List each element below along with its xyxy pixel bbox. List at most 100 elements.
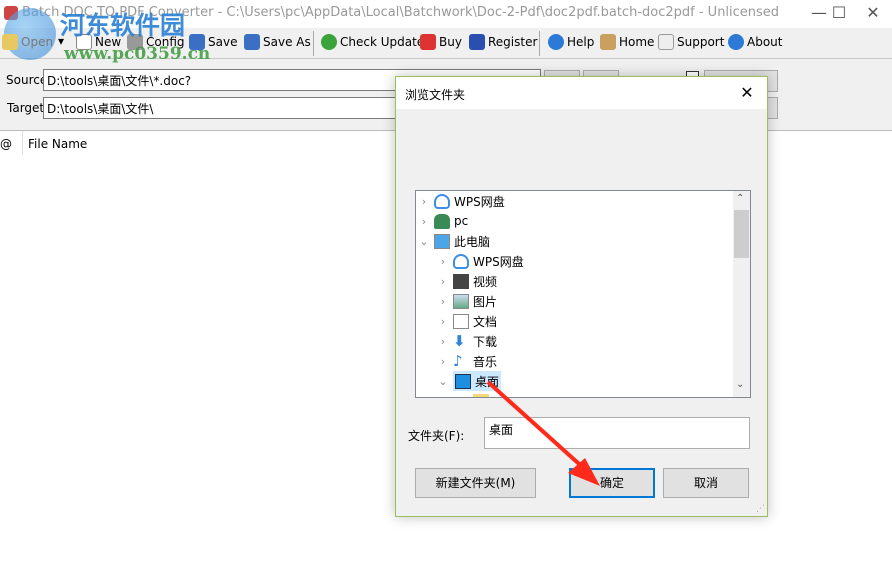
- tree-item-documents[interactable]: › 文档: [437, 311, 497, 331]
- tree-item-wps-cloud[interactable]: › WPS网盘: [418, 191, 505, 211]
- tree-item-selection: 桌面: [453, 371, 502, 391]
- help-icon: [548, 34, 564, 50]
- window-title: Batch DOC TO PDF Converter - C:\Users\pc…: [22, 5, 780, 20]
- buy-label: Buy: [439, 35, 462, 49]
- save-label: Save: [208, 35, 238, 49]
- tree-item-label: 文档: [473, 314, 498, 329]
- chevron-down-icon: ⌄: [419, 234, 429, 248]
- register-button[interactable]: Register: [469, 34, 537, 50]
- support-button[interactable]: Support: [658, 34, 724, 50]
- toolbar: ▾ New Config Save Save As Check Update B…: [0, 28, 892, 59]
- save-as-button[interactable]: Save As: [244, 34, 311, 50]
- video-icon: [453, 273, 469, 289]
- tree-item-label: 视频: [473, 274, 498, 289]
- download-icon: ⬇: [453, 331, 466, 350]
- tree-item-label: 此电脑: [454, 234, 491, 249]
- config-button[interactable]: Config: [127, 34, 185, 50]
- tree-item-label: WPS网盘: [473, 254, 524, 269]
- buy-button[interactable]: Buy: [420, 34, 462, 50]
- tree-scrollbar[interactable]: ⌃ ⌄: [733, 191, 750, 397]
- close-button[interactable]: ✕: [850, 0, 892, 28]
- user-icon: [469, 34, 485, 50]
- refresh-icon: [321, 34, 337, 50]
- open-label: Open: [21, 35, 54, 49]
- chevron-right-icon: ›: [421, 194, 427, 208]
- cloud-icon: [453, 253, 469, 269]
- scrollbar-thumb[interactable]: [734, 210, 749, 258]
- tree-item-label: 音乐: [473, 354, 498, 369]
- check-update-button[interactable]: Check Update: [321, 34, 424, 50]
- open-dropdown[interactable]: ▾: [58, 34, 64, 48]
- tree-item-label: 下载: [473, 334, 498, 349]
- chevron-down-icon: ⌄: [438, 374, 448, 388]
- folder-label: 文件夹(F):: [408, 429, 465, 443]
- target-label: Target: [7, 101, 45, 115]
- tree-item-subfolder[interactable]: [473, 391, 489, 397]
- mail-icon: [658, 34, 674, 50]
- music-icon: ♪: [453, 351, 463, 370]
- new-folder-button[interactable]: 新建文件夹(M): [415, 468, 536, 498]
- user-icon: [434, 213, 450, 229]
- chevron-right-icon: ›: [421, 214, 427, 228]
- folder-input[interactable]: 桌面: [484, 417, 750, 449]
- folder-tree[interactable]: › WPS网盘 › pc ⌄ 此电脑 › WPS网盘 › 视频 › 图片 › 文档 › ⬇ 下载 …: [415, 190, 751, 398]
- dialog-title: 浏览文件夹: [405, 88, 466, 102]
- new-file-icon: [76, 34, 92, 50]
- info-icon: [728, 34, 744, 50]
- tree-item-label: 桌面: [475, 374, 500, 389]
- scroll-up-icon[interactable]: ⌃: [736, 193, 744, 204]
- tree-item-pictures[interactable]: › 图片: [437, 291, 497, 311]
- tree-item-downloads[interactable]: › ⬇ 下载: [437, 331, 497, 351]
- support-label: Support: [677, 35, 725, 49]
- check-update-label: Check Update: [340, 35, 425, 49]
- home-button[interactable]: Home: [600, 34, 654, 50]
- tree-item-this-pc[interactable]: ⌄ 此电脑: [418, 231, 490, 251]
- column-file-name[interactable]: File Name: [28, 137, 87, 151]
- title-bar: Batch DOC TO PDF Converter - C:\Users\pc…: [0, 0, 892, 28]
- save-button[interactable]: Save: [189, 34, 237, 50]
- save-as-label: Save As: [263, 35, 311, 49]
- cloud-icon: [434, 193, 450, 209]
- tree-item-music[interactable]: › ♪ 音乐: [437, 351, 497, 371]
- resize-grip-icon[interactable]: ⋰: [756, 504, 765, 514]
- dropdown-arrow-icon: ▾: [58, 34, 65, 48]
- toolbar-separator: [313, 31, 314, 56]
- config-label: Config: [146, 35, 185, 49]
- register-label: Register: [488, 35, 538, 49]
- tree-item-videos[interactable]: › 视频: [437, 271, 497, 291]
- tree-item-pc-user[interactable]: › pc: [418, 211, 468, 231]
- chevron-right-icon: ›: [440, 294, 446, 308]
- column-at[interactable]: @: [0, 137, 12, 151]
- help-label: Help: [567, 35, 595, 49]
- new-button[interactable]: New: [76, 34, 121, 50]
- help-button[interactable]: Help: [548, 34, 594, 50]
- tree-item-label: 图片: [473, 294, 498, 309]
- browse-folder-dialog: 浏览文件夹 ✕ › WPS网盘 › pc ⌄ 此电脑 › WPS网盘 › 视频 › 图片 ›…: [395, 76, 768, 517]
- scroll-down-icon[interactable]: ⌄: [736, 379, 744, 390]
- tree-item-wps-cloud-pc[interactable]: › WPS网盘: [437, 251, 524, 271]
- ok-button[interactable]: 确定: [569, 468, 655, 498]
- picture-icon: [453, 293, 469, 309]
- tree-item-label: pc: [454, 214, 469, 228]
- app-icon: [4, 6, 18, 20]
- open-button[interactable]: Open: [2, 34, 53, 50]
- chevron-right-icon: ›: [440, 334, 446, 348]
- desktop-icon: [455, 373, 471, 389]
- cart-icon: [420, 34, 436, 50]
- toolbar-separator: [539, 31, 540, 56]
- chevron-right-icon: ›: [440, 314, 446, 328]
- about-button[interactable]: About: [728, 34, 782, 50]
- dialog-close-button[interactable]: ✕: [733, 81, 761, 105]
- tree-item-desktop[interactable]: ⌄ 桌面: [437, 371, 502, 391]
- home-label: Home: [619, 35, 655, 49]
- tree-item-label: WPS网盘: [454, 194, 505, 209]
- save-as-icon: [244, 34, 260, 50]
- chevron-right-icon: ›: [440, 354, 446, 368]
- computer-icon: [434, 233, 450, 249]
- dialog-title-bar: 浏览文件夹 ✕: [396, 77, 767, 109]
- home-icon: [600, 34, 616, 50]
- document-icon: [453, 313, 469, 329]
- source-label: Source: [6, 73, 48, 87]
- cancel-button[interactable]: 取消: [663, 468, 749, 498]
- folder-open-icon: [2, 34, 18, 50]
